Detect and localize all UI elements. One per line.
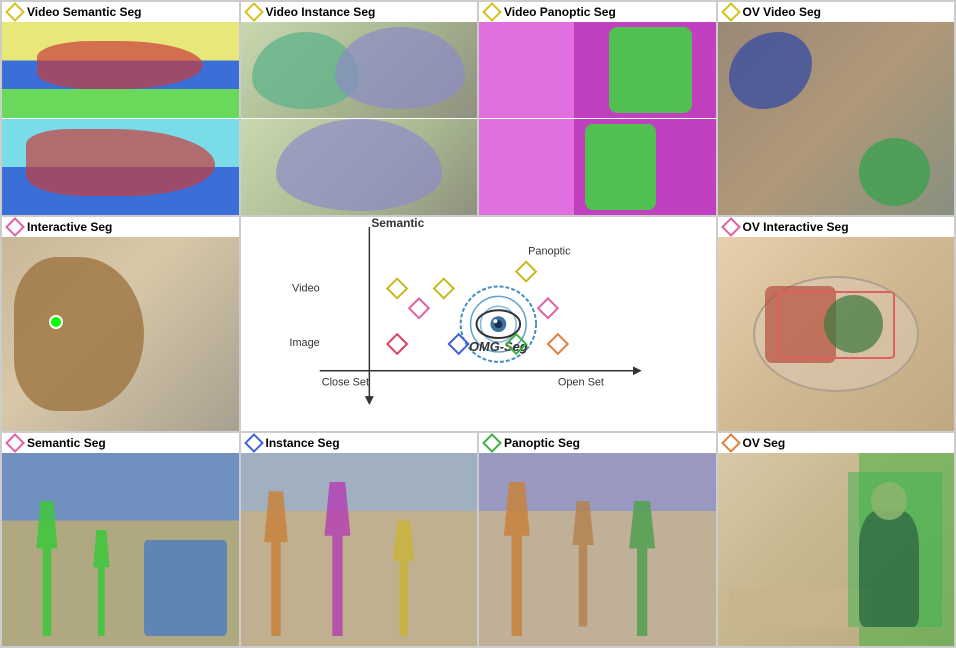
cell-ov-video-seg: OV Video Seg	[718, 2, 955, 215]
vps-image-bottom	[479, 119, 716, 215]
cell-header-semantic-seg: Semantic Seg	[2, 433, 239, 453]
diamond-icon-yellow-3	[482, 2, 502, 22]
cell-video-instance-seg: Video Instance Seg	[241, 2, 478, 215]
main-grid: Video Semantic Seg Video Instance Seg Vi…	[0, 0, 956, 648]
cell-ov-interactive-seg: OV Interactive Seg	[718, 217, 955, 430]
cell-image-ov-video-seg	[718, 22, 955, 215]
cell-title-ov-seg: OV Seg	[743, 436, 786, 450]
cell-title-video-instance-seg: Video Instance Seg	[266, 5, 376, 19]
cell-title-video-semantic-seg: Video Semantic Seg	[27, 5, 142, 19]
diamond-icon-yellow-2	[244, 2, 264, 22]
cell-title-ov-interactive-seg: OV Interactive Seg	[743, 220, 849, 234]
cell-semantic-seg: Semantic Seg	[2, 433, 239, 646]
cell-image-ov-seg	[718, 453, 955, 646]
cell-title-ov-video-seg: OV Video Seg	[743, 5, 821, 19]
diamond-icon-pink-2	[721, 217, 741, 237]
vss-image-top	[2, 22, 239, 118]
cell-ov-seg: OV Seg	[718, 433, 955, 646]
vps-image-top	[479, 22, 716, 118]
vis-image-bottom	[241, 119, 478, 215]
cell-title-instance-seg: Instance Seg	[266, 436, 340, 450]
cell-center-diagram: Semantic Close Set Open Set Video Image …	[241, 217, 716, 430]
diagram-area: Semantic Close Set Open Set Video Image …	[241, 217, 716, 430]
vss-image-bottom	[2, 119, 239, 215]
cell-header-video-panoptic-seg: Video Panoptic Seg	[479, 2, 716, 22]
svg-text:Open Set: Open Set	[557, 377, 603, 389]
cell-title-video-panoptic-seg: Video Panoptic Seg	[504, 5, 616, 19]
cell-instance-seg: Instance Seg	[241, 433, 478, 646]
cell-interactive-seg: Interactive Seg	[2, 217, 239, 430]
diamond-icon-orange	[721, 433, 741, 453]
cell-header-ov-video-seg: OV Video Seg	[718, 2, 955, 22]
svg-text:Video: Video	[292, 283, 320, 295]
cell-video-panoptic-seg: Video Panoptic Seg	[479, 2, 716, 215]
cell-panoptic-seg: Panoptic Seg	[479, 433, 716, 646]
cell-header-interactive-seg: Interactive Seg	[2, 217, 239, 237]
cell-image-instance-seg	[241, 453, 478, 646]
cell-header-video-instance-seg: Video Instance Seg	[241, 2, 478, 22]
diamond-icon-green	[482, 433, 502, 453]
cell-header-ov-seg: OV Seg	[718, 433, 955, 453]
cell-header-ov-interactive-seg: OV Interactive Seg	[718, 217, 955, 237]
vis-image-top	[241, 22, 478, 118]
cell-video-semantic-seg: Video Semantic Seg	[2, 2, 239, 215]
cell-header-panoptic-seg: Panoptic Seg	[479, 433, 716, 453]
diamond-icon-yellow-4	[721, 2, 741, 22]
diamond-icon-pink	[5, 217, 25, 237]
cell-header-instance-seg: Instance Seg	[241, 433, 478, 453]
cell-header-video-semantic-seg: Video Semantic Seg	[2, 2, 239, 22]
diamond-icon-yellow	[5, 2, 25, 22]
cell-title-panoptic-seg: Panoptic Seg	[504, 436, 580, 450]
svg-text:Close Set: Close Set	[321, 377, 368, 389]
cell-image-video-panoptic-seg	[479, 22, 716, 215]
cell-image-video-instance-seg	[241, 22, 478, 215]
diagram-svg: Semantic Close Set Open Set Video Image …	[241, 217, 716, 430]
cell-image-semantic-seg	[2, 453, 239, 646]
svg-text:Panoptic: Panoptic	[528, 246, 571, 258]
cell-title-interactive-seg: Interactive Seg	[27, 220, 112, 234]
diamond-icon-blue	[244, 433, 264, 453]
svg-text:Image: Image	[289, 337, 319, 349]
cell-image-interactive-seg	[2, 237, 239, 430]
cell-image-video-semantic-seg	[2, 22, 239, 215]
diamond-icon-pink-3	[5, 433, 25, 453]
cell-title-semantic-seg: Semantic Seg	[27, 436, 106, 450]
svg-text:Semantic: Semantic	[371, 217, 424, 230]
cell-image-ov-interactive-seg	[718, 237, 955, 430]
cell-image-panoptic-seg	[479, 453, 716, 646]
